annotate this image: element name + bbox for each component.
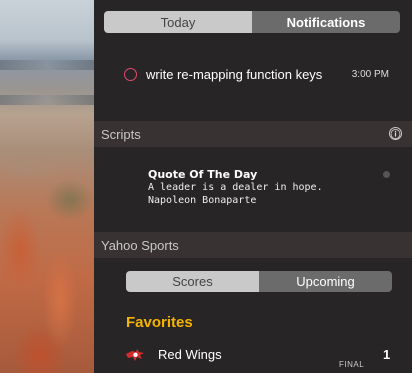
favorites-heading: Favorites [126, 314, 193, 331]
red-wings-logo-icon [126, 349, 144, 361]
team-name: Red Wings [158, 347, 222, 362]
tab-upcoming[interactable]: Upcoming [259, 271, 392, 292]
sports-view-switcher: Scores Upcoming [126, 271, 392, 292]
quote-author: Napoleon Bonaparte [148, 195, 257, 206]
reminder-title: write re-mapping function keys [146, 66, 323, 82]
scripts-header-label: Scripts [101, 126, 141, 142]
sports-widget-header: Yahoo Sports [94, 232, 412, 258]
game-score: 1 [383, 347, 391, 362]
info-icon[interactable]: ⓘ [389, 127, 402, 141]
notification-center-panel: Today Notifications write re-mapping fun… [94, 0, 412, 373]
game-status: FINAL [339, 360, 365, 369]
quote-title: Quote Of The Day [148, 168, 258, 181]
quote-text: A leader is a dealer in hope. [148, 182, 323, 193]
reminder-checkbox[interactable] [124, 67, 137, 81]
scripts-widget-header: Scripts ⓘ [94, 121, 412, 147]
reminder-time: 3:00 PM [351, 68, 389, 80]
tab-today[interactable]: Today [104, 11, 252, 33]
view-switcher: Today Notifications [104, 11, 400, 33]
game-row[interactable]: Red Wings FINAL 1 [124, 346, 400, 373]
desktop-wallpaper [0, 0, 94, 373]
sports-header-label: Yahoo Sports [101, 237, 179, 253]
tab-scores[interactable]: Scores [126, 271, 259, 292]
tab-notifications[interactable]: Notifications [252, 11, 400, 33]
quote-of-the-day: Quote Of The Day A leader is a dealer in… [148, 168, 398, 207]
reminder-item[interactable]: write re-mapping function keys 3:00 PM [124, 65, 404, 83]
refresh-dot-icon[interactable] [383, 171, 390, 178]
